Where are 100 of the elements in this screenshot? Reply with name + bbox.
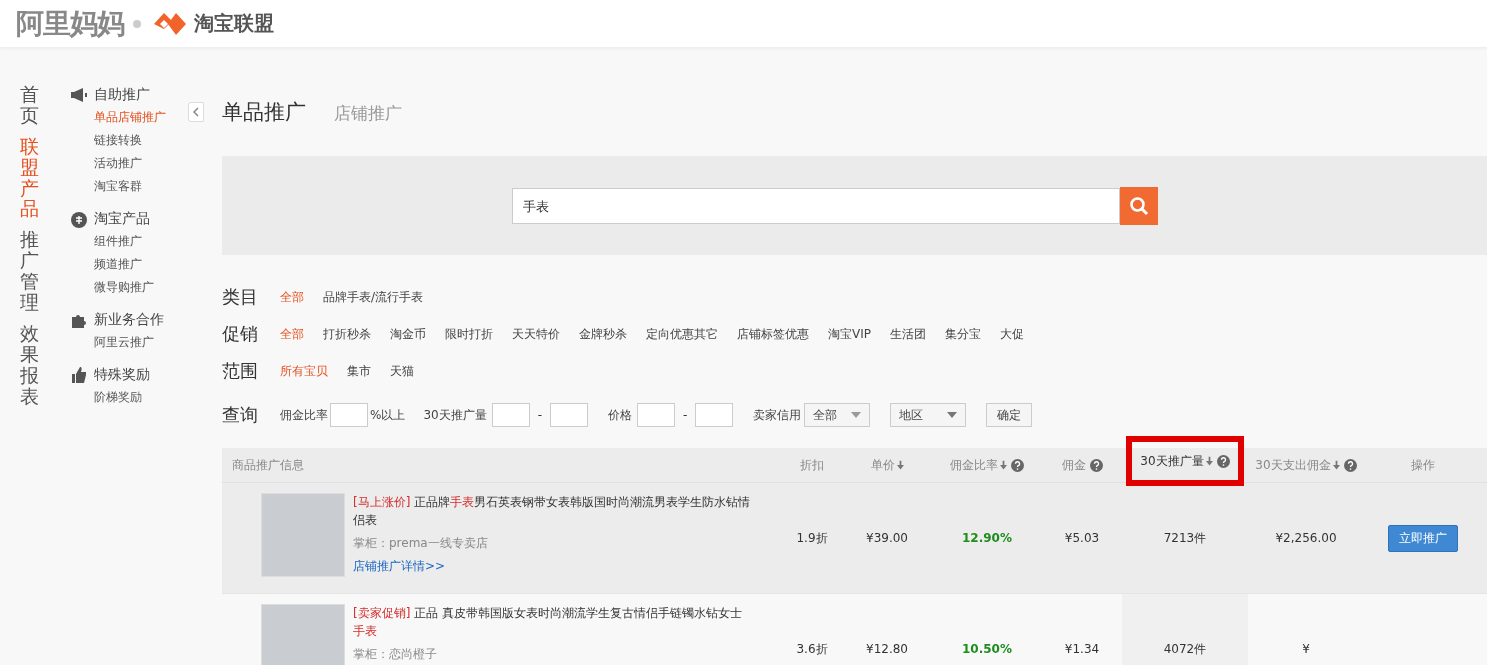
table-cell-text: 7213件 <box>1162 529 1208 547</box>
filter-option[interactable]: 天猫 <box>390 362 414 380</box>
product-logo-text[interactable]: 淘宝联盟 <box>194 10 274 37</box>
sub-nav-item[interactable]: 阶梯奖励 <box>70 386 188 409</box>
help-icon[interactable] <box>1216 454 1230 468</box>
filter-option[interactable]: 所有宝贝 <box>280 362 328 380</box>
sub-nav-item[interactable]: 频道推广 <box>70 253 188 276</box>
filter-option[interactable]: 大促 <box>1000 325 1024 343</box>
sort-arrow-icon[interactable] <box>1000 460 1007 470</box>
range-separator: - <box>537 408 543 422</box>
column-header: 佣金 <box>1061 456 1086 474</box>
filter-option[interactable]: 全部 <box>280 325 304 343</box>
filter-label: 促销 <box>222 322 259 346</box>
price-min-input[interactable] <box>637 403 676 427</box>
volume-max-input[interactable] <box>550 403 589 427</box>
table-cell: ¥1.34 <box>1064 642 1100 656</box>
table-cell: ¥39.00 <box>866 531 908 545</box>
column-header: 商品推广信息 <box>232 456 304 474</box>
region-dropdown[interactable]: 地区 <box>890 403 967 427</box>
confirm-button[interactable]: 确定 <box>986 403 1033 427</box>
megaphone-icon <box>70 86 88 104</box>
commission-label: 佣金比率 <box>280 406 328 424</box>
sort-arrow-icon[interactable] <box>1205 456 1213 466</box>
nav-group-title[interactable]: 新业务合作 <box>94 311 164 329</box>
tab[interactable]: 单品推广 <box>222 98 306 126</box>
sub-nav-item[interactable]: 单品店铺推广 <box>70 106 188 129</box>
product-title[interactable]: [卖家促销] 正品 真皮带韩国版女表时尚潮流学生复古情侣手链镯水钻女士 手表 <box>353 604 753 640</box>
volume-label: 30天推广量 <box>423 406 487 424</box>
volume-min-input[interactable] <box>491 403 530 427</box>
filter-option[interactable]: 生活团 <box>890 325 926 343</box>
filter-option[interactable]: 限时打折 <box>445 325 493 343</box>
caret-icon <box>947 412 958 418</box>
nav-group-title[interactable]: 特殊奖励 <box>94 366 150 384</box>
product-title[interactable]: [马上涨价] 正品牌手表男石英表钢带女表韩版国时尚潮流男表学生防水钻情侣表 <box>353 493 753 529</box>
table-cell: 4072件 <box>1122 594 1248 665</box>
commission-input[interactable] <box>330 403 368 427</box>
sort-arrow-icon[interactable] <box>896 460 904 470</box>
filter-label: 范围 <box>222 359 259 383</box>
filter-option[interactable]: 淘金币 <box>390 325 426 343</box>
table-cell: 3.6折 <box>796 640 828 658</box>
column-header: 折扣 <box>800 456 824 474</box>
price-label: 价格 <box>608 406 633 424</box>
table-cell: 1.9折 <box>796 529 828 547</box>
help-icon[interactable] <box>1343 458 1357 472</box>
thumbs-up-icon <box>70 366 88 384</box>
main-nav-item[interactable]: 首页 <box>19 84 39 126</box>
shop-name: 掌柜：prema一线专卖店 <box>353 535 489 552</box>
main-nav-item[interactable]: 效果报表 <box>19 322 39 407</box>
credit-dropdown[interactable]: 全部 <box>804 403 871 427</box>
table-row[interactable]: [马上涨价] 正品牌手表男石英表钢带女表韩版国时尚潮流男表学生防水钻情侣表 掌柜：prema一线专卖店 店铺推广详情>> 1.9折 ¥39.00 12.90% ¥5.03 7213件 ¥2,256.00 立即推广 <box>222 483 1487 594</box>
filter-option[interactable]: 打折秒杀 <box>323 325 371 343</box>
range-separator: - <box>683 408 688 422</box>
collapse-button[interactable] <box>188 102 204 122</box>
filter-option[interactable]: 品牌手表/流行手表 <box>323 288 424 306</box>
filter-option[interactable]: 淘宝VIP <box>828 325 871 343</box>
table-cell: ¥2,256.00 <box>1275 531 1337 545</box>
table-row[interactable]: [卖家促销] 正品 真皮带韩国版女表时尚潮流学生复古情侣手链镯水钻女士 手表 掌柜：恋尚橙子 3.6折 ¥12.80 10.50% ¥1.34 4072件 ¥ <box>222 594 1487 665</box>
column-header[interactable]: 30天推广量 <box>1140 452 1204 470</box>
search-field[interactable]: 手表 <box>511 187 1120 224</box>
filter-option[interactable]: 金牌秒杀 <box>579 325 627 343</box>
main-nav-item[interactable]: 联盟产品 <box>19 135 39 220</box>
credit-label: 卖家信用 <box>753 406 802 424</box>
filter-option[interactable]: 全部 <box>280 288 304 306</box>
nav-group-title[interactable]: 自助推广 <box>94 86 150 104</box>
filter-option[interactable]: 定向优惠其它 <box>646 325 718 343</box>
sub-nav-item[interactable]: 阿里云推广 <box>70 331 188 354</box>
caret-icon <box>851 412 862 418</box>
dot-icon <box>133 19 141 28</box>
sub-nav-item[interactable]: 淘宝客群 <box>70 175 188 198</box>
sort-arrow-icon[interactable] <box>1332 460 1340 470</box>
help-icon[interactable] <box>1011 458 1024 472</box>
search-button[interactable] <box>1119 186 1158 225</box>
filter-option[interactable]: 店铺标签优惠 <box>737 325 809 343</box>
table-cell: ¥ <box>1302 642 1310 656</box>
nav-group-title[interactable]: 淘宝产品 <box>94 210 150 228</box>
column-header: 操作 <box>1410 456 1435 474</box>
table-cell: 10.50% <box>962 642 1012 656</box>
sub-nav-item[interactable]: 活动推广 <box>70 152 188 175</box>
shop-promo-link[interactable]: 店铺推广详情>> <box>353 558 753 575</box>
filter-label: 查询 <box>222 403 259 427</box>
shop-name: 掌柜：恋尚橙子 <box>353 646 438 663</box>
percent-suffix: %以上 <box>370 406 406 424</box>
filter-option[interactable]: 集市 <box>347 362 371 380</box>
filter-option[interactable]: 集分宝 <box>945 325 981 343</box>
brand-logo-text[interactable]: 阿里妈妈 <box>16 4 124 43</box>
round-badge-icon <box>70 210 88 228</box>
sub-nav-item[interactable]: 链接转换 <box>70 129 188 152</box>
search-icon <box>1128 195 1149 216</box>
filter-option[interactable]: 天天特价 <box>512 325 560 343</box>
sub-nav-item[interactable]: 组件推广 <box>70 230 188 253</box>
price-max-input[interactable] <box>695 403 734 427</box>
table-cell: ¥5.03 <box>1064 531 1100 545</box>
table-cell: ¥12.80 <box>866 642 908 656</box>
main-nav-item[interactable]: 推广管理 <box>19 229 39 313</box>
promote-button[interactable]: 立即推广 <box>1387 524 1458 552</box>
table-cell: 12.90% <box>962 531 1012 545</box>
sub-nav-item[interactable]: 微导购推广 <box>70 276 188 299</box>
filter-label: 类目 <box>222 285 259 309</box>
chevron-left-icon <box>192 107 200 117</box>
help-icon[interactable] <box>1089 458 1103 472</box>
